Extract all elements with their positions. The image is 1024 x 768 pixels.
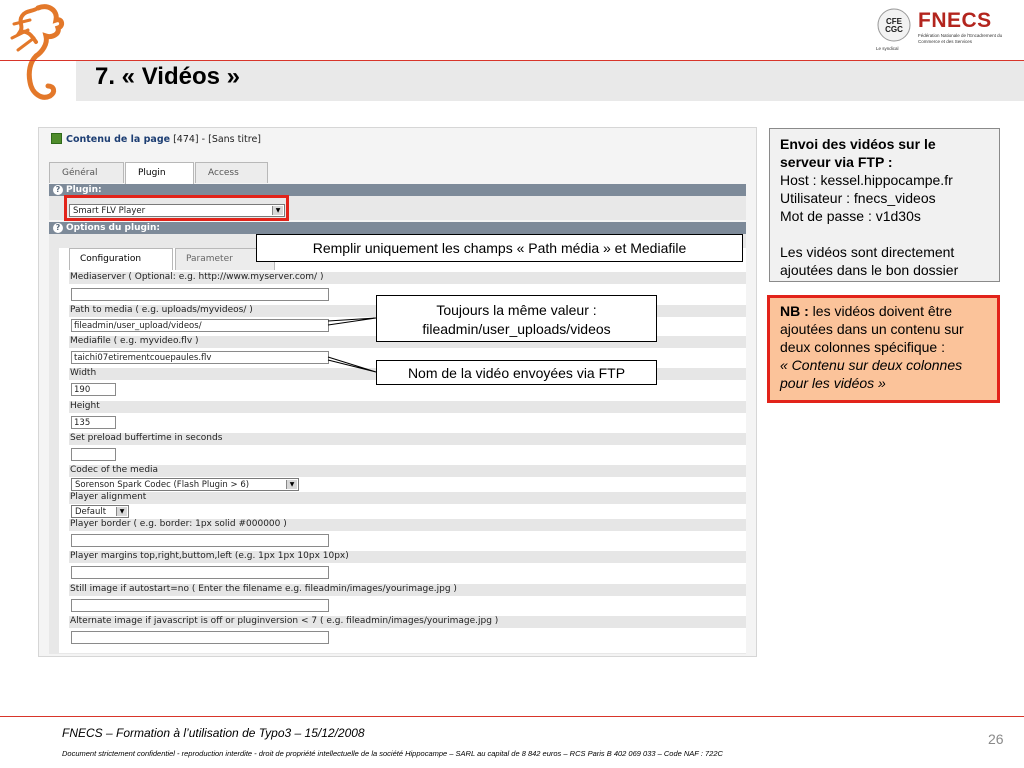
- mediaserver-input[interactable]: [71, 288, 329, 301]
- tab-general[interactable]: Général: [49, 162, 124, 183]
- field-label: Alternate image if javascript is off or …: [69, 616, 746, 628]
- options-section-header: ? Options du plugin:: [49, 222, 746, 234]
- logo-badge-text: CFE CGC: [885, 17, 903, 34]
- footer-rule: [0, 716, 1024, 717]
- field-label: Set preload buffertime in seconds: [69, 433, 746, 445]
- field-label: Still image if autostart=no ( Enter the …: [69, 584, 746, 596]
- field-label: Player alignment: [69, 492, 746, 504]
- content-header: Contenu de la page [474] - [Sans titre]: [51, 133, 261, 145]
- height-input[interactable]: 135: [71, 416, 116, 429]
- logo-subtitle: Fédération Nationale de l'Encadrement du…: [918, 33, 1003, 44]
- fnecs-logo: CFE CGC FNECS Fédération Nationale de l'…: [876, 6, 1016, 51]
- help-icon[interactable]: ?: [53, 185, 63, 195]
- ftp-host: Host : kessel.hippocampe.fr: [780, 172, 953, 188]
- footer-legal: Document strictement confidentiel - repr…: [62, 749, 723, 758]
- page-number: 26: [988, 731, 1004, 747]
- field-label: Player border ( e.g. border: 1px solid #…: [69, 519, 746, 531]
- slide-title: 7. « Vidéos »: [95, 63, 240, 90]
- field-label: Mediaserver ( Optional: e.g. http://www.…: [69, 272, 746, 284]
- alternate-image-input[interactable]: [71, 631, 329, 644]
- options-section-label: Options du plugin:: [66, 223, 161, 233]
- typo3-plugin-panel: Contenu de la page [474] - [Sans titre] …: [38, 127, 757, 657]
- codec-select-value: Sorenson Spark Codec (Flash Plugin > 6): [75, 480, 250, 490]
- margins-input[interactable]: [71, 566, 329, 579]
- logo-tagline: Le syndical: [876, 46, 899, 51]
- codec-select[interactable]: Sorenson Spark Codec (Flash Plugin > 6) ▼: [71, 478, 299, 491]
- preload-input[interactable]: [71, 448, 116, 461]
- field-label: Height: [69, 401, 746, 413]
- ftp-info-box: Envoi des vidéos sur le serveur via FTP …: [769, 128, 1000, 282]
- width-input[interactable]: 190: [71, 383, 116, 396]
- seahorse-logo: [10, 4, 65, 100]
- footer-title: FNECS – Formation à l’utilisation de Typ…: [62, 726, 365, 740]
- callout-same-value-line2: fileadmin/user_uploads/videos: [422, 321, 611, 337]
- callout-same-value-line1: Toujours la même valeur :: [436, 302, 597, 318]
- dropdown-arrow-icon: ▼: [286, 480, 297, 489]
- ftp-password: Mot de passe : v1d30s: [780, 208, 921, 224]
- plugin-section-label: Plugin:: [66, 185, 102, 195]
- tab-access[interactable]: Access: [195, 162, 268, 183]
- plugin-highlight-box: [64, 195, 289, 221]
- callout-same-value: Toujours la même valeur : fileadmin/user…: [376, 295, 657, 342]
- subtab-configuration[interactable]: Configuration: [69, 248, 173, 270]
- dropdown-arrow-icon: ▼: [116, 507, 127, 516]
- field-label: Player margins top,right,buttom,left (e.…: [69, 551, 746, 563]
- nb-italic: « Contenu sur deux colonnes pour les vid…: [780, 357, 963, 391]
- callout-ftp-name: Nom de la vidéo envoyées via FTP: [376, 360, 657, 385]
- nb-label: NB :: [780, 303, 809, 319]
- mediafile-input[interactable]: taichi07etirementcouepaules.flv: [71, 351, 329, 364]
- content-header-id: [474] - [Sans titre]: [173, 134, 261, 145]
- ftp-user: Utilisateur : fnecs_videos: [780, 190, 936, 206]
- help-icon[interactable]: ?: [53, 223, 63, 233]
- field-label: Codec of the media: [69, 465, 746, 477]
- alignment-select[interactable]: Default ▼: [71, 505, 129, 518]
- tab-plugin[interactable]: Plugin: [125, 162, 194, 184]
- ftp-info-heading: Envoi des vidéos sur le serveur via FTP …: [780, 136, 936, 170]
- alignment-select-value: Default: [75, 507, 107, 517]
- page-content-icon: [51, 133, 62, 144]
- path-to-media-input[interactable]: fileadmin/user_upload/videos/: [71, 319, 329, 332]
- nb-warning-box: NB : les vidéos doivent être ajoutées da…: [767, 295, 1000, 403]
- content-header-label: Contenu de la page: [66, 134, 171, 145]
- still-image-input[interactable]: [71, 599, 329, 612]
- ftp-note: Les vidéos sont directement ajoutées dan…: [780, 244, 959, 278]
- callout-fill-fields: Remplir uniquement les champs « Path méd…: [256, 234, 743, 262]
- logo-name: FNECS: [918, 9, 992, 32]
- border-input[interactable]: [71, 534, 329, 547]
